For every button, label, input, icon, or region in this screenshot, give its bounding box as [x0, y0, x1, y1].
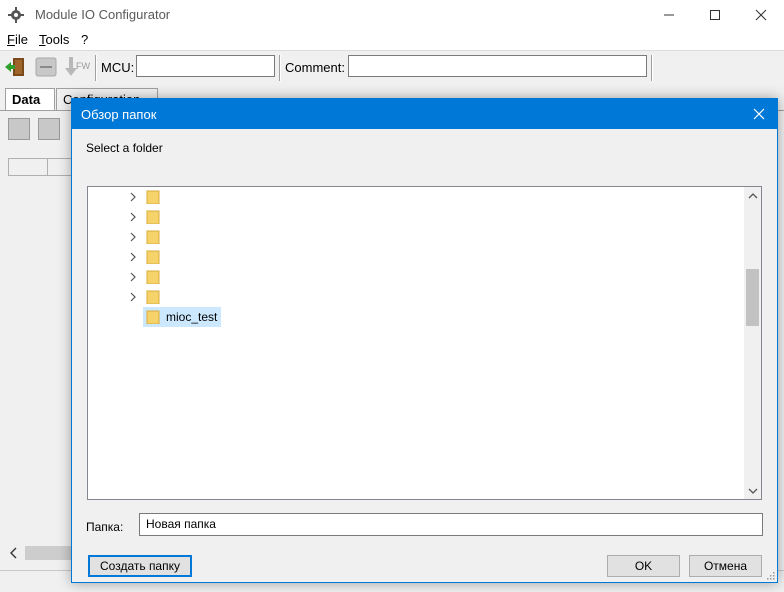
scroll-thumb[interactable]: [25, 546, 75, 560]
comment-label: Comment:: [285, 60, 345, 75]
tree-item[interactable]: [88, 227, 738, 247]
chevron-right-icon[interactable]: [128, 291, 138, 303]
menu-bar: File Tools ?: [0, 30, 784, 51]
mcu-label: MCU:: [101, 60, 135, 75]
menu-help[interactable]: ?: [81, 32, 88, 47]
folder-icon: [146, 190, 160, 204]
chevron-right-icon[interactable]: [128, 271, 138, 283]
tree-item[interactable]: [88, 267, 738, 287]
window-title: Module IO Configurator: [35, 7, 171, 22]
cancel-button[interactable]: Отмена: [689, 555, 762, 577]
tree-item-label: mioc_test: [166, 310, 218, 324]
firmware-download-icon[interactable]: FW: [64, 55, 92, 79]
toolbar-separator: [651, 55, 653, 81]
folder-tree[interactable]: mioc_test: [87, 186, 762, 500]
create-folder-button[interactable]: Создать папку: [88, 555, 192, 577]
browse-folder-dialog: Обзор папок Select a folder mioc_test Па…: [71, 98, 778, 583]
dialog-description: Select a folder: [86, 141, 163, 155]
title-bar: Module IO Configurator: [0, 0, 784, 30]
menu-tools[interactable]: Tools: [39, 32, 69, 47]
dialog-close-icon[interactable]: [741, 99, 777, 129]
resize-grip-icon[interactable]: [765, 570, 775, 580]
tree-item[interactable]: [88, 247, 738, 267]
vertical-scrollbar[interactable]: [744, 187, 761, 499]
toolbar-separator: [279, 55, 281, 81]
app-gear-icon: [8, 7, 24, 23]
tree-item-selected[interactable]: mioc_test: [88, 307, 738, 327]
horizontal-scrollbar[interactable]: [5, 544, 75, 562]
chevron-right-icon[interactable]: [128, 191, 138, 203]
exit-icon[interactable]: [3, 55, 27, 79]
minimize-icon[interactable]: [646, 0, 692, 30]
folder-icon: [146, 270, 160, 284]
toolbar-separator: [95, 55, 97, 81]
maximize-icon[interactable]: [692, 0, 738, 30]
tab-data[interactable]: Data: [5, 88, 55, 110]
data-action-button[interactable]: [38, 118, 60, 140]
scroll-up-icon[interactable]: [744, 187, 761, 204]
folder-icon: [146, 310, 160, 324]
disconnect-icon[interactable]: [34, 55, 58, 79]
folder-name-label: Папка:: [86, 520, 124, 534]
folder-icon: [146, 290, 160, 304]
menu-file[interactable]: File: [7, 32, 28, 47]
grid-header-cell: [8, 158, 48, 176]
scroll-thumb[interactable]: [746, 269, 759, 326]
folder-name-field[interactable]: Новая папка: [139, 513, 763, 536]
folder-icon: [146, 210, 160, 224]
comment-field[interactable]: [348, 55, 647, 77]
dialog-title: Обзор папок: [81, 107, 157, 122]
tree-item[interactable]: [88, 187, 738, 207]
folder-icon: [146, 250, 160, 264]
close-icon[interactable]: [738, 0, 784, 30]
chevron-right-icon[interactable]: [128, 211, 138, 223]
ok-button[interactable]: OK: [607, 555, 680, 577]
dialog-title-bar: Обзор папок: [72, 99, 777, 129]
chevron-right-icon[interactable]: [128, 231, 138, 243]
toolbar: FW MCU: Comment:: [0, 51, 784, 83]
tree-item[interactable]: [88, 207, 738, 227]
scroll-down-icon[interactable]: [744, 482, 761, 499]
scroll-left-icon[interactable]: [5, 544, 23, 562]
folder-icon: [146, 230, 160, 244]
fw-label: FW: [76, 61, 90, 71]
mcu-field[interactable]: [136, 55, 275, 77]
tree-item[interactable]: [88, 287, 738, 307]
data-action-button[interactable]: [8, 118, 30, 140]
chevron-right-icon[interactable]: [128, 251, 138, 263]
